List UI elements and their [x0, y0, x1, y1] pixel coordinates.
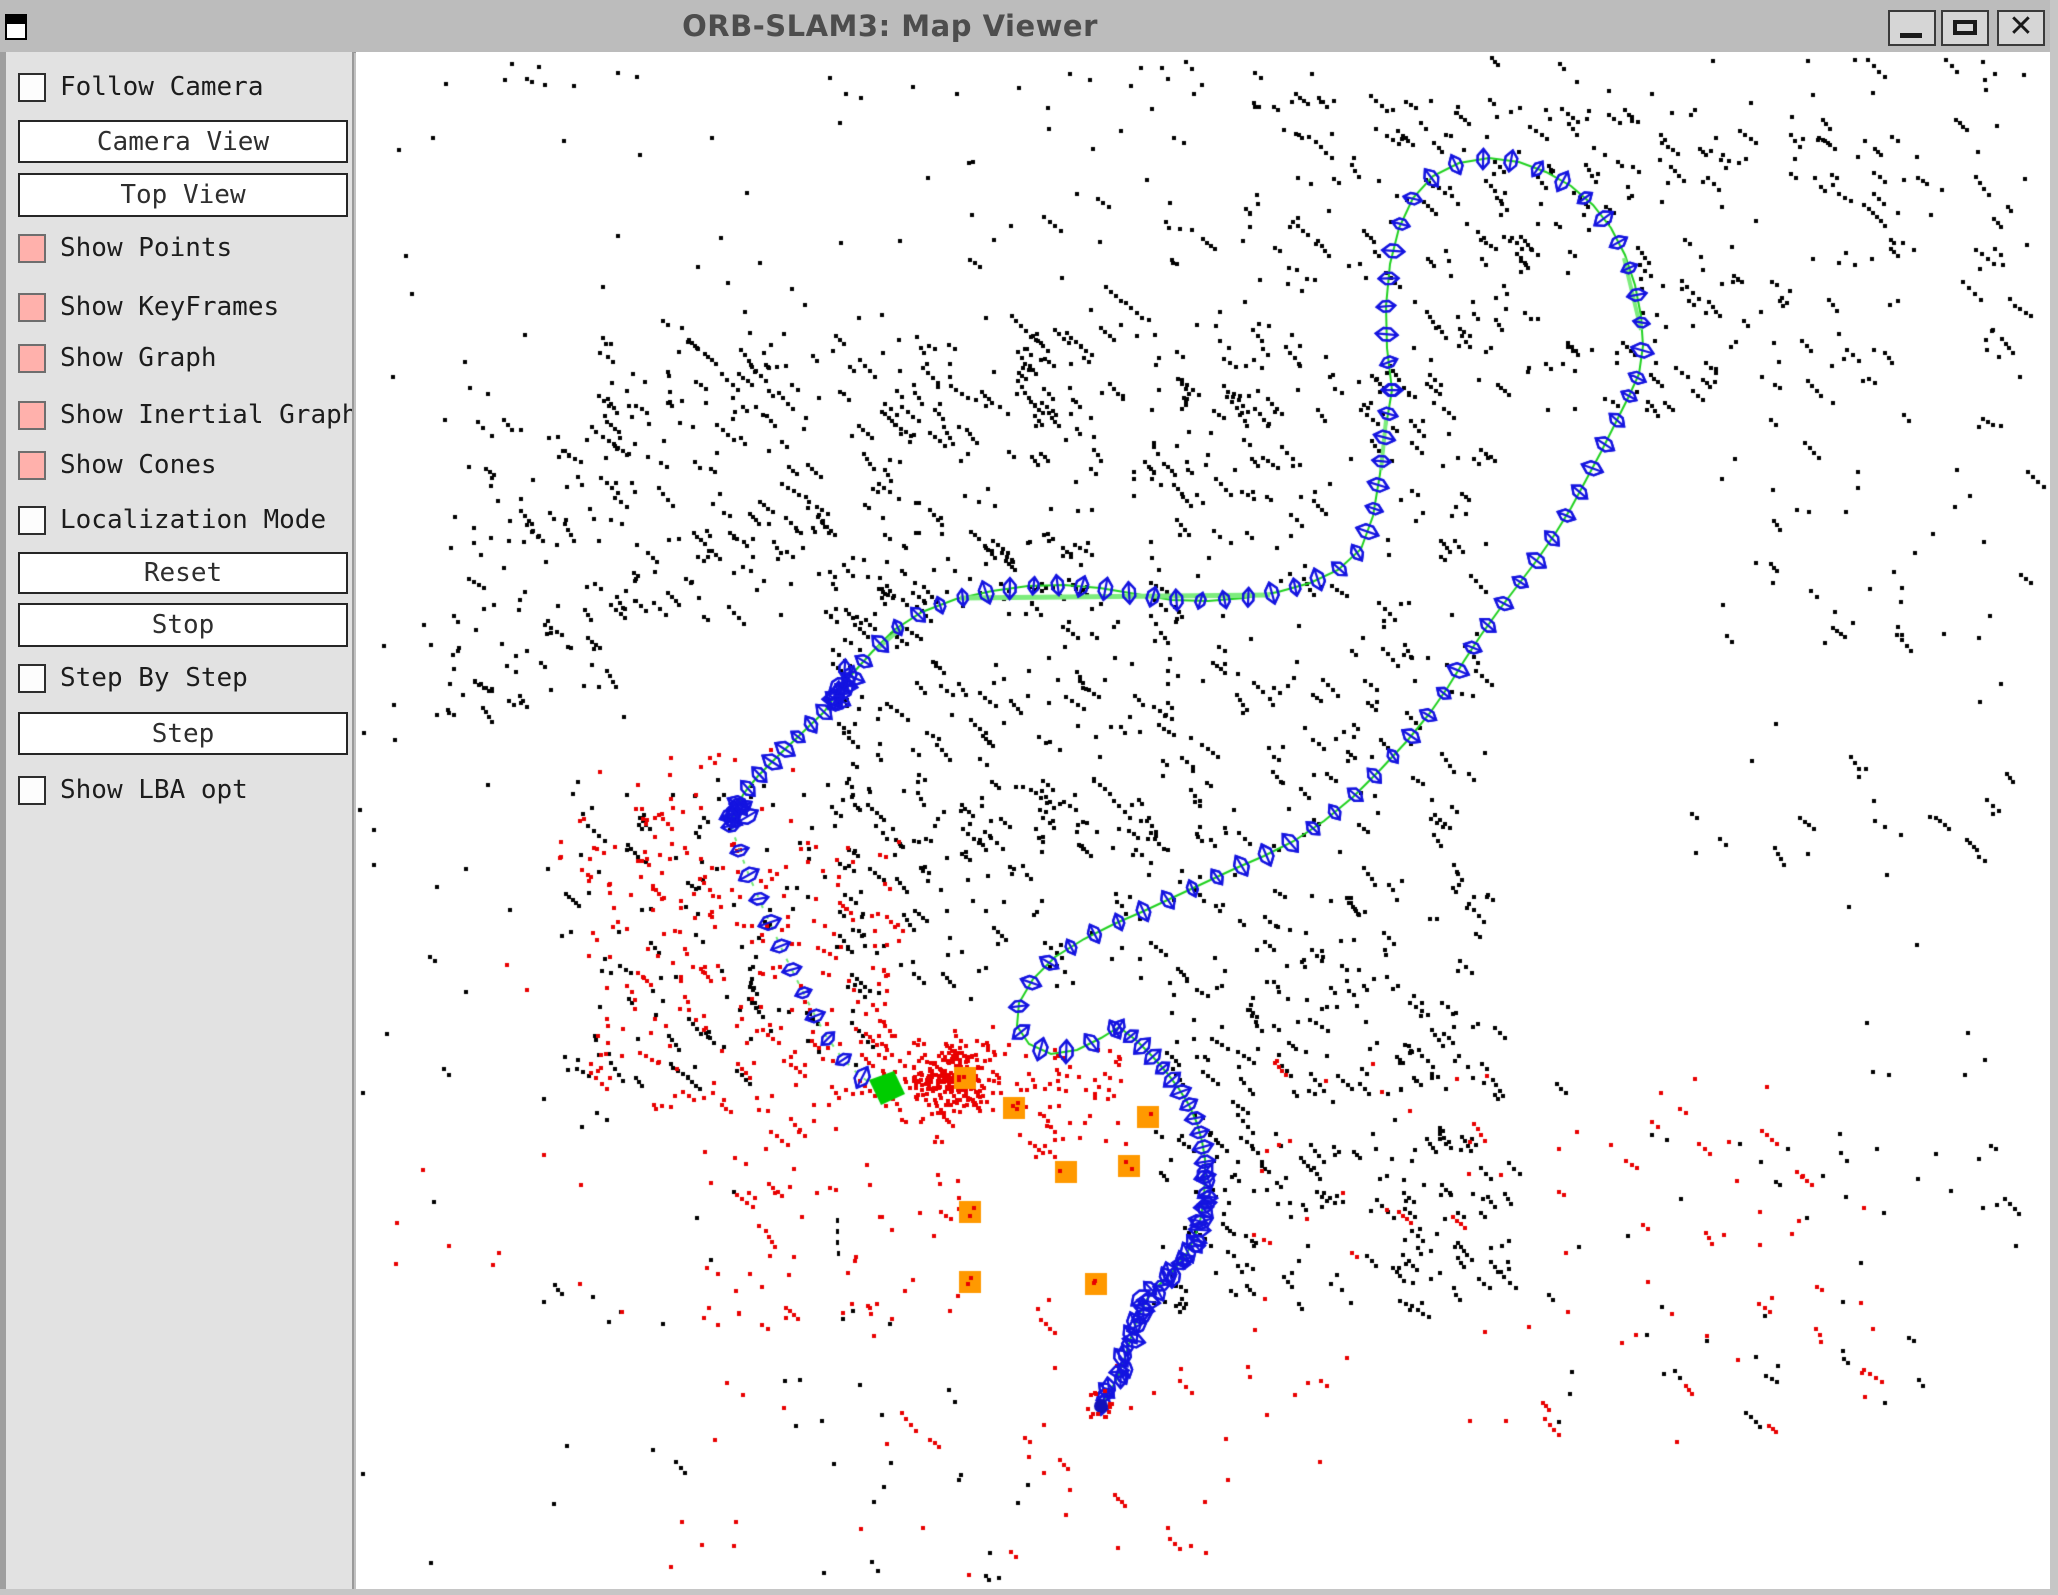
- checkbox-show-lba-opt[interactable]: Show LBA opt: [18, 775, 248, 805]
- checkbox-box[interactable]: [18, 506, 46, 535]
- close-icon: ✕: [1999, 9, 2043, 44]
- checkbox-label: Step By Step: [60, 663, 248, 693]
- checkbox-box[interactable]: [18, 234, 46, 263]
- checkbox-label: Localization Mode: [60, 505, 326, 535]
- checkbox-label: Show Graph: [60, 343, 217, 373]
- checkbox-box[interactable]: [18, 344, 46, 373]
- maximize-button[interactable]: [1941, 10, 1989, 46]
- window-frame-bottom: [0, 1589, 2058, 1595]
- checkbox-label: Follow Camera: [60, 72, 264, 102]
- checkbox-box[interactable]: [18, 664, 46, 693]
- minimize-button[interactable]: [1888, 10, 1936, 46]
- checkbox-show-graph[interactable]: Show Graph: [18, 343, 217, 373]
- reset-button[interactable]: Reset: [18, 552, 348, 594]
- title-bar[interactable]: ORB-SLAM3: Map Viewer ✕: [0, 0, 2058, 53]
- checkbox-localization-mode[interactable]: Localization Mode: [18, 505, 326, 535]
- checkbox-label: Show Points: [60, 233, 232, 263]
- checkbox-box[interactable]: [18, 73, 46, 102]
- checkbox-box[interactable]: [18, 451, 46, 480]
- map-viewport[interactable]: [356, 52, 2050, 1589]
- orb-slam3-map-viewer-window: ORB-SLAM3: Map Viewer ✕ Follow Camera Ca…: [0, 0, 2058, 1595]
- window-title: ORB-SLAM3: Map Viewer: [0, 0, 1780, 52]
- checkbox-show-keyframes[interactable]: Show KeyFrames: [18, 292, 279, 322]
- checkbox-label: Show Inertial Graph: [60, 400, 354, 430]
- stop-button[interactable]: Stop: [18, 603, 348, 647]
- checkbox-label: Show KeyFrames: [60, 292, 279, 322]
- checkbox-label: Show Cones: [60, 450, 217, 480]
- point-cloud-canvas[interactable]: [356, 52, 2050, 1589]
- control-panel: Follow Camera Camera View Top View Show …: [0, 52, 354, 1595]
- checkbox-box[interactable]: [18, 293, 46, 322]
- checkbox-label: Show LBA opt: [60, 775, 248, 805]
- checkbox-step-by-step[interactable]: Step By Step: [18, 663, 248, 693]
- close-button[interactable]: ✕: [1997, 10, 2045, 46]
- checkbox-box[interactable]: [18, 776, 46, 805]
- checkbox-follow-camera[interactable]: Follow Camera: [18, 72, 264, 102]
- window-frame-right: [2050, 0, 2058, 1595]
- camera-view-button[interactable]: Camera View: [18, 120, 348, 163]
- checkbox-show-cones[interactable]: Show Cones: [18, 450, 217, 480]
- top-view-button[interactable]: Top View: [18, 173, 348, 217]
- step-button[interactable]: Step: [18, 712, 348, 755]
- checkbox-show-inertial-graph[interactable]: Show Inertial Graph: [18, 400, 354, 430]
- checkbox-box[interactable]: [18, 401, 46, 430]
- checkbox-show-points[interactable]: Show Points: [18, 233, 232, 263]
